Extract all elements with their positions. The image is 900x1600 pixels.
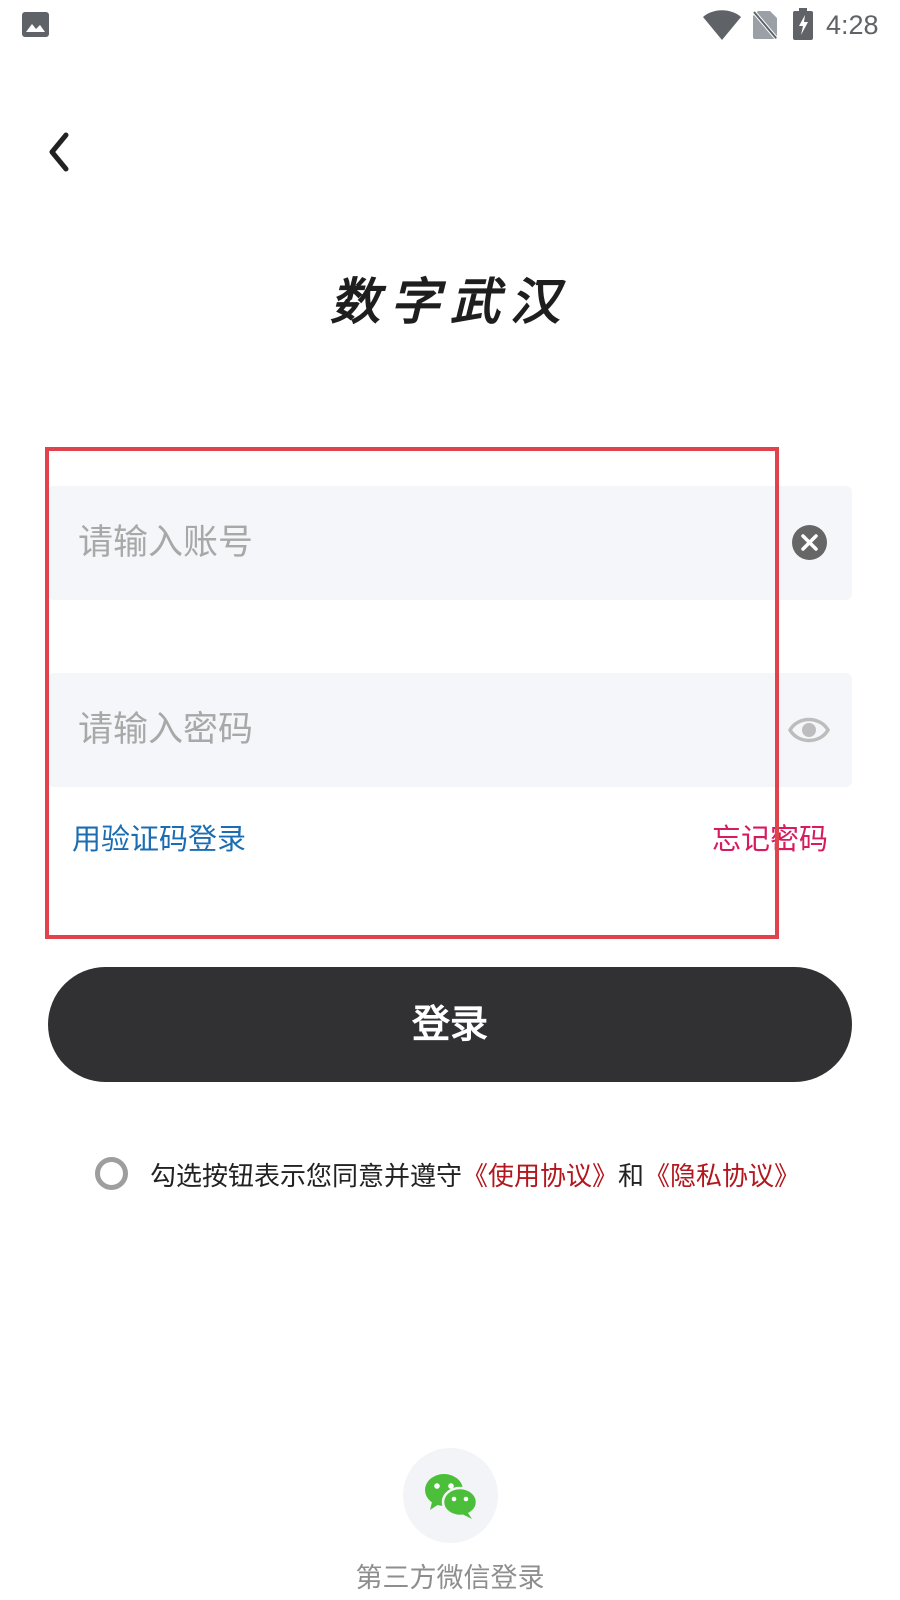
agreement-text: 勾选按钮表示您同意并遵守《使用协议》和《隐私协议》 bbox=[150, 1156, 800, 1193]
agreement-prefix: 勾选按钮表示您同意并遵守 bbox=[150, 1162, 463, 1192]
clear-icon[interactable] bbox=[792, 525, 827, 560]
terms-link[interactable]: 《使用协议》 bbox=[462, 1162, 618, 1192]
chevron-left-icon bbox=[49, 132, 69, 172]
wechat-login-button[interactable] bbox=[403, 1448, 498, 1543]
no-sim-icon bbox=[752, 10, 778, 40]
sms-login-link[interactable]: 用验证码登录 bbox=[72, 816, 246, 858]
eye-icon[interactable] bbox=[788, 712, 830, 748]
wifi-icon bbox=[703, 10, 741, 40]
account-input[interactable] bbox=[78, 486, 778, 600]
login-page: 4:28 数字武汉 用验证码登录 忘记密码 登录 勾选按钮表示您同意并遵守《使用… bbox=[0, 0, 900, 1600]
agreement-radio[interactable] bbox=[95, 1157, 128, 1190]
password-field bbox=[48, 673, 852, 787]
login-button[interactable]: 登录 bbox=[48, 967, 852, 1082]
wechat-login-label: 第三方微信登录 bbox=[355, 1563, 545, 1594]
photo-icon bbox=[22, 12, 49, 37]
status-bar: 4:28 bbox=[0, 0, 900, 52]
brand-title: 数字武汉 bbox=[330, 272, 570, 331]
battery-charging-icon bbox=[793, 8, 813, 40]
account-field bbox=[48, 486, 852, 600]
agreement-conjunction: 和 bbox=[618, 1162, 645, 1192]
forgot-password-link[interactable]: 忘记密码 bbox=[712, 816, 828, 858]
status-time: 4:28 bbox=[826, 10, 879, 40]
privacy-link[interactable]: 《隐私协议》 bbox=[644, 1162, 800, 1192]
wechat-icon bbox=[425, 1474, 478, 1519]
password-input[interactable] bbox=[78, 673, 778, 787]
back-button[interactable] bbox=[40, 126, 84, 178]
